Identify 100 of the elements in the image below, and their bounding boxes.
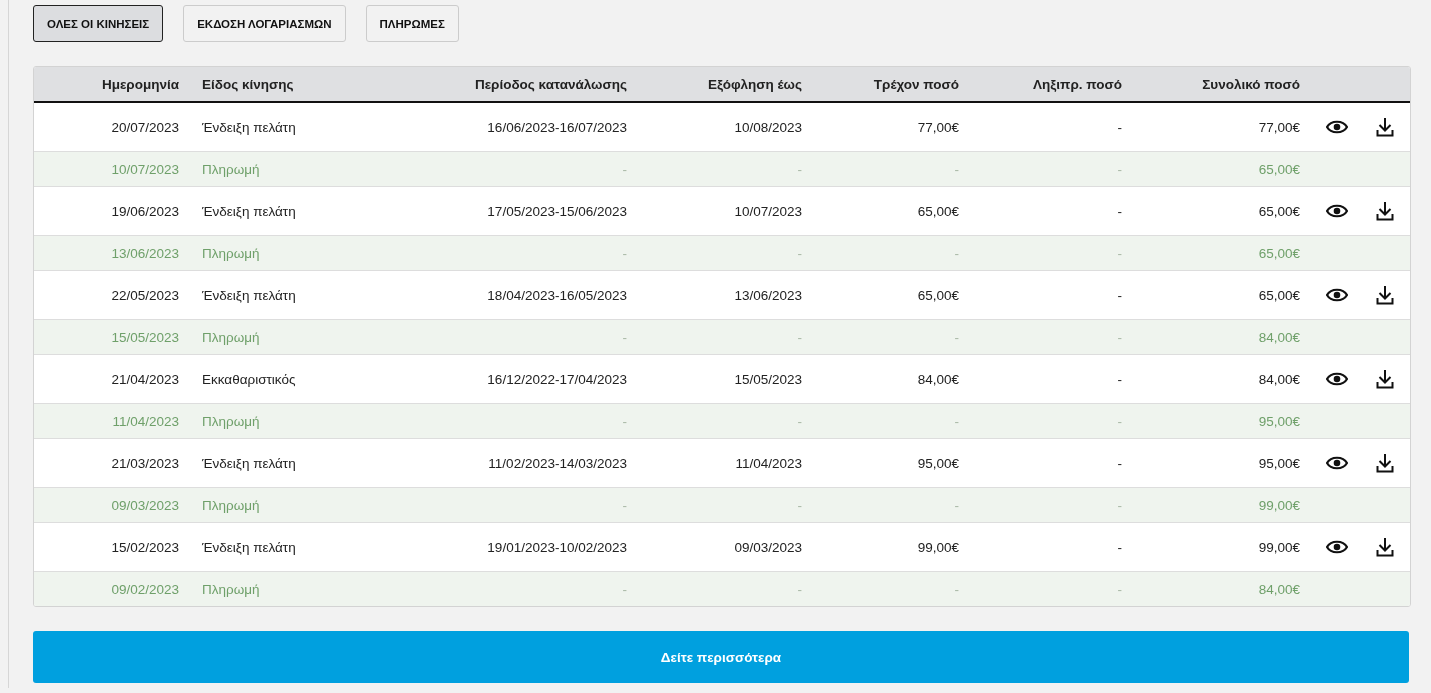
table-cell-text: 84,00€ <box>1257 581 1301 597</box>
table-cell-text: Ένδειξη πελάτη <box>201 455 297 471</box>
table-cell-text: 15/05/2023 <box>110 329 180 345</box>
table-cell-text: 77,00€ <box>916 119 960 135</box>
view-eye-icon[interactable] <box>1325 287 1348 303</box>
table-cell-text: 77,00€ <box>1257 119 1301 135</box>
table-cell-text: 99,00€ <box>916 539 960 555</box>
table-cell-text: - <box>1116 203 1123 219</box>
table-cell-text: 95,00€ <box>1257 413 1301 429</box>
table-cell-text: - <box>796 413 803 429</box>
table-cell-text: 21/04/2023 <box>110 371 180 387</box>
download-icon[interactable] <box>1375 369 1394 389</box>
table-cell-text: - <box>953 245 960 261</box>
view-eye-icon[interactable] <box>1325 455 1348 471</box>
table-cell-text: Πληρωμή <box>201 329 261 345</box>
table-cell-text: - <box>1116 497 1123 513</box>
table-cell-text: - <box>953 329 960 345</box>
table-cell-text: - <box>953 497 960 513</box>
table-cell-text: - <box>1116 455 1123 471</box>
download-icon[interactable] <box>1375 453 1394 473</box>
table-cell-text: 09/02/2023 <box>110 581 180 597</box>
table-cell-text: - <box>1116 245 1123 261</box>
table-cell-text: 99,00€ <box>1257 497 1301 513</box>
table-cell-text: - <box>1116 329 1123 345</box>
table-cell-text: 10/07/2023 <box>733 203 803 219</box>
table-cell-text: Πληρωμή <box>201 413 261 429</box>
table-cell-text: 95,00€ <box>916 455 960 471</box>
table-cell-text: 16/12/2022-17/04/2023 <box>486 371 628 387</box>
table-cell-text: - <box>953 413 960 429</box>
table-cell-text: 11/04/2023 <box>111 413 180 429</box>
table-cell-text: 65,00€ <box>916 203 960 219</box>
download-icon[interactable] <box>1375 117 1394 137</box>
table-cell-text: Ένδειξη πελάτη <box>201 119 297 135</box>
table-cell-text: 18/04/2023-16/05/2023 <box>486 287 628 303</box>
table-cell-text: 09/03/2023 <box>733 539 803 555</box>
column-header: Συνολικό ποσό <box>1201 76 1301 92</box>
column-header: Εξόφληση έως <box>706 76 803 92</box>
column-header: Περίοδος κατανάλωσης <box>473 76 628 92</box>
download-icon[interactable] <box>1375 201 1394 221</box>
table-cell-text: Πληρωμή <box>201 581 261 597</box>
table-cell-text: 15/05/2023 <box>733 371 803 387</box>
table-cell-text: Πληρωμή <box>201 161 261 177</box>
view-eye-icon[interactable] <box>1325 539 1348 555</box>
table-cell-text: Ένδειξη πελάτη <box>201 203 297 219</box>
table-cell-text: 10/07/2023 <box>110 161 180 177</box>
table-cell-text: 11/02/2023-14/03/2023 <box>487 455 628 471</box>
table-cell-text: 65,00€ <box>1257 245 1301 261</box>
column-header: Ληξιπρ. ποσό <box>1032 76 1123 92</box>
download-icon[interactable] <box>1375 537 1394 557</box>
table-cell-text: 65,00€ <box>1257 161 1301 177</box>
table-cell-text: - <box>621 497 628 513</box>
column-header: Τρέχον ποσό <box>872 76 960 92</box>
view-eye-icon[interactable] <box>1325 119 1348 135</box>
table-cell-text: 65,00€ <box>1257 203 1301 219</box>
table-cell-text: Ένδειξη πελάτη <box>201 287 297 303</box>
table-cell-text: - <box>1116 371 1123 387</box>
table-cell-text: - <box>621 413 628 429</box>
table-cell-text: 09/03/2023 <box>110 497 180 513</box>
table-cell-text: 15/02/2023 <box>110 539 180 555</box>
table-cell-text: 13/06/2023 <box>110 245 180 261</box>
table-cell-text: 16/06/2023-16/07/2023 <box>486 119 628 135</box>
table-cell-text: - <box>796 497 803 513</box>
table-cell-text: 84,00€ <box>916 371 960 387</box>
table-cell-text: - <box>1116 581 1123 597</box>
filter-tab[interactable]: ΕΚΔΟΣΗ ΛΟΓΑΡΙΑΣΜΩΝ <box>183 5 346 42</box>
table-cell-text: - <box>1116 413 1123 429</box>
table-cell-text: 84,00€ <box>1257 329 1301 345</box>
filter-tab[interactable]: ΠΛΗΡΩΜΕΣ <box>365 5 459 42</box>
download-icon[interactable] <box>1375 285 1394 305</box>
table-cell-text: 65,00€ <box>1257 287 1301 303</box>
table-cell-text: - <box>1116 287 1123 303</box>
column-header: Είδος κίνησης <box>201 76 295 92</box>
table-cell-text: - <box>796 581 803 597</box>
table-cell-text: 99,00€ <box>1257 539 1301 555</box>
table-cell-text: - <box>1116 161 1123 177</box>
column-header: Ημερομηνία <box>100 76 180 92</box>
table-cell-text: - <box>953 161 960 177</box>
table-cell-text: - <box>953 581 960 597</box>
table-cell-text: 13/06/2023 <box>733 287 803 303</box>
table-cell-text: - <box>1116 539 1123 555</box>
table-cell-text: - <box>621 245 628 261</box>
view-eye-icon[interactable] <box>1325 371 1348 387</box>
table-cell-text: Πληρωμή <box>201 245 261 261</box>
table-cell-text: - <box>796 161 803 177</box>
table-cell-text: Πληρωμή <box>201 497 261 513</box>
table-cell-text: - <box>796 329 803 345</box>
table-cell-text: - <box>1116 119 1123 135</box>
table-cell-text: 22/05/2023 <box>110 287 180 303</box>
table-cell-text: 10/08/2023 <box>733 119 803 135</box>
table-cell-text: 20/07/2023 <box>110 119 180 135</box>
table-cell-text: Εκκαθαριστικός <box>201 371 297 387</box>
table-cell-text: 84,00€ <box>1257 371 1301 387</box>
table-cell-text: 19/06/2023 <box>110 203 180 219</box>
table-cell-text: 65,00€ <box>916 287 960 303</box>
table-cell-text: 19/01/2023-10/02/2023 <box>486 539 628 555</box>
view-eye-icon[interactable] <box>1325 203 1348 219</box>
filter-tab[interactable]: ΟΛΕΣ ΟΙ ΚΙΝΗΣΕΙΣ <box>33 5 164 42</box>
table-cell-text: - <box>621 161 628 177</box>
table-cell-text: - <box>621 329 628 345</box>
table-cell-text: - <box>621 581 628 597</box>
